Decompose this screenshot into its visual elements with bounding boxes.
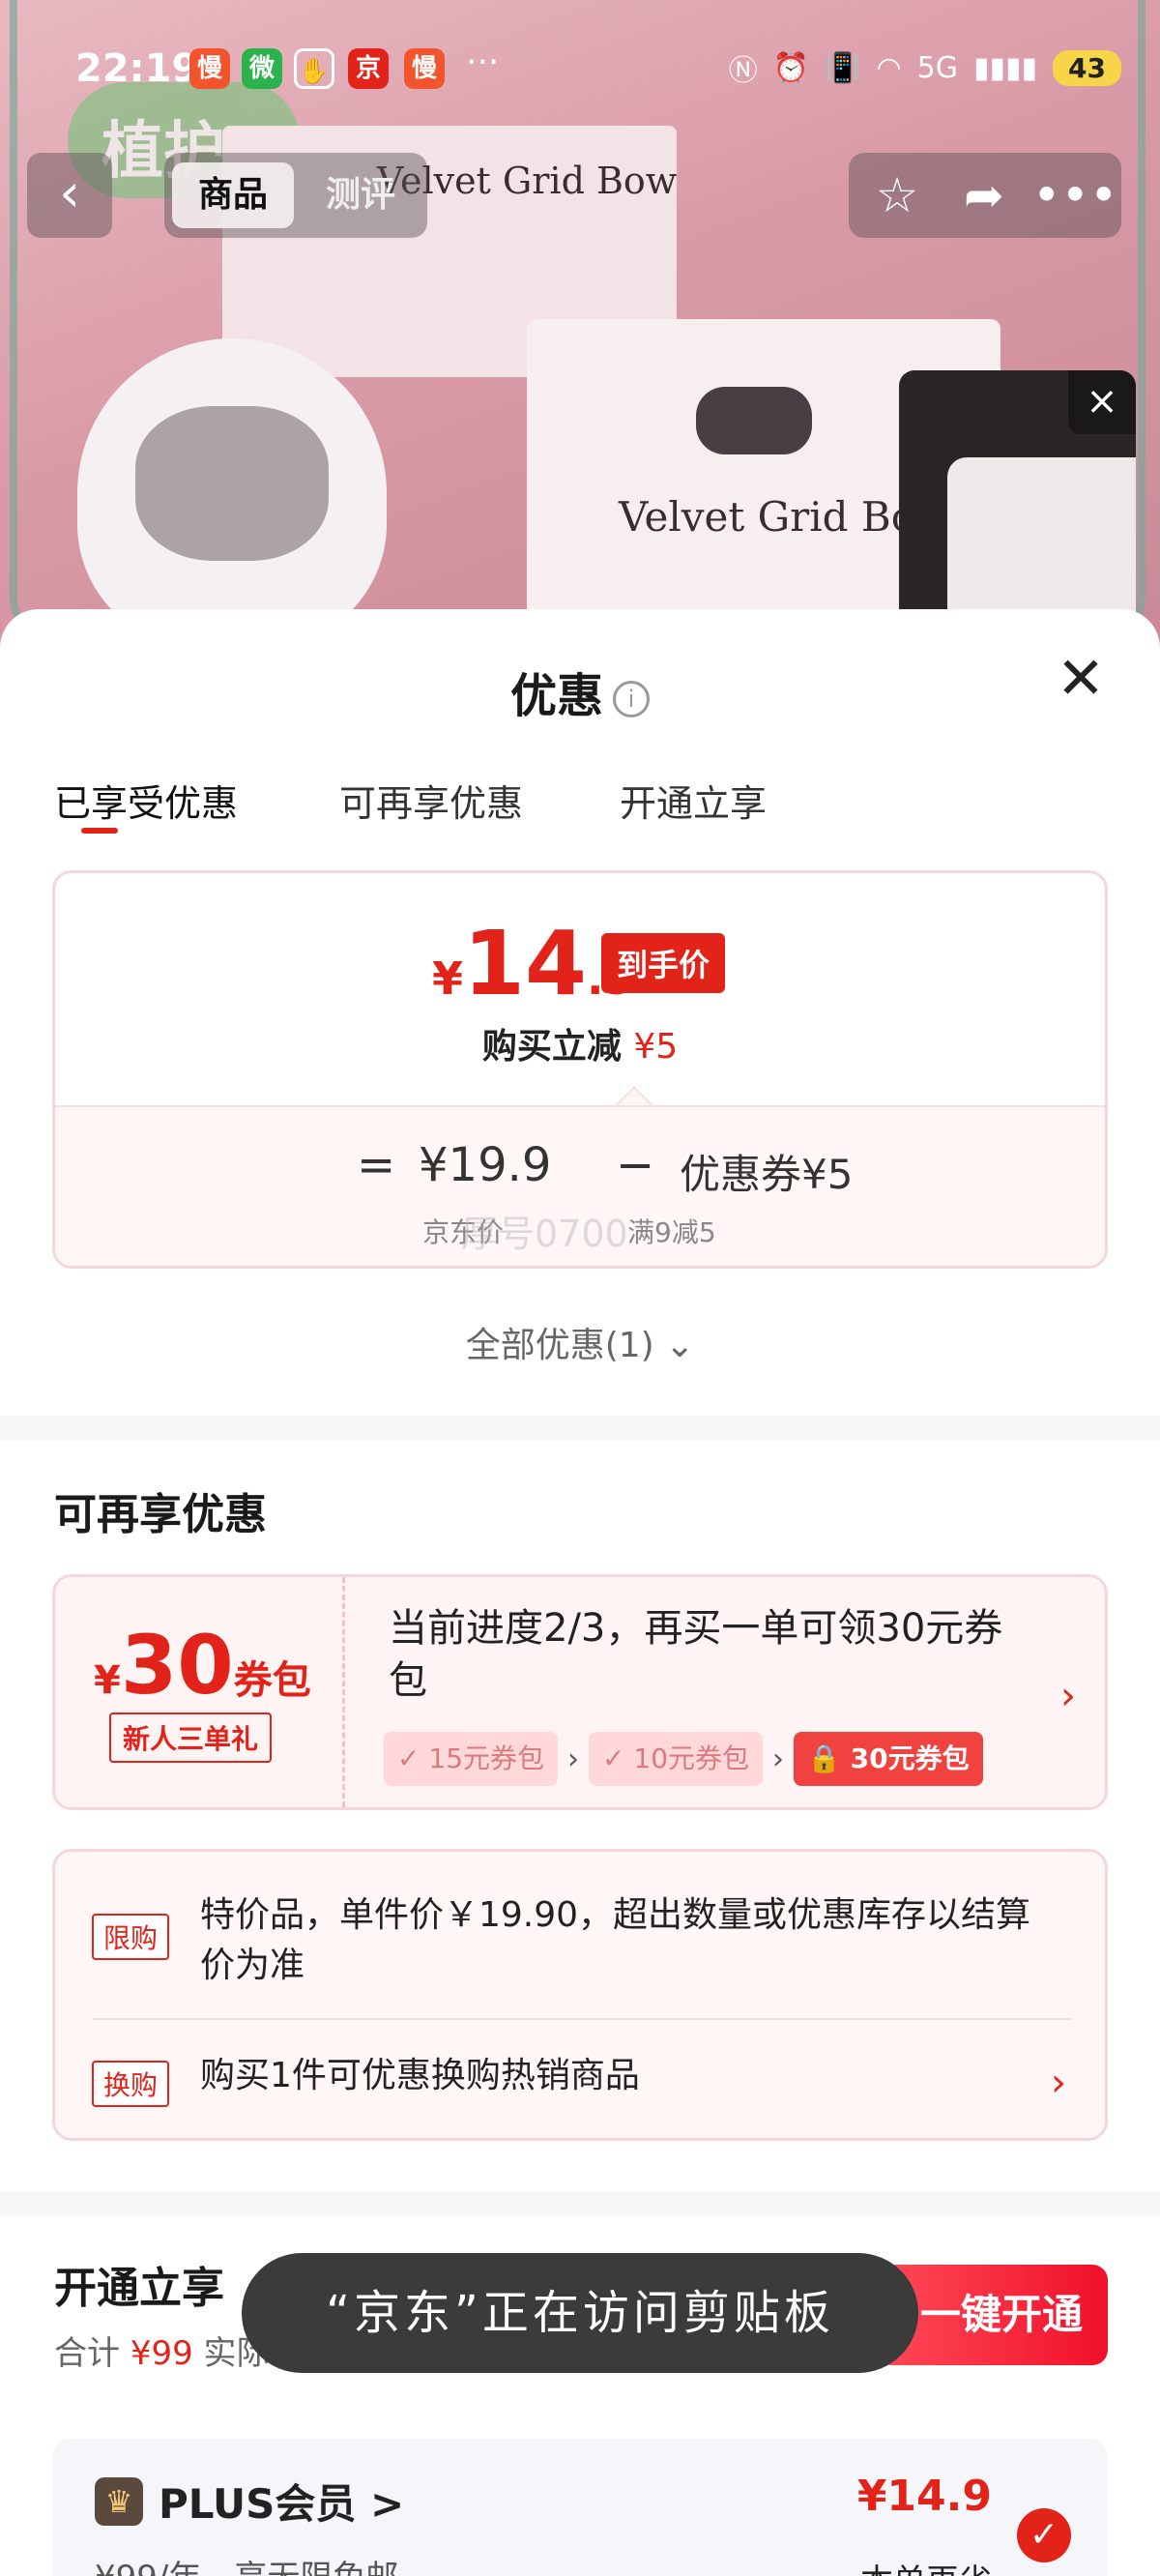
step-done: ✓ 10元券包 <box>589 1732 764 1786</box>
chevron-right-icon: › <box>567 1742 580 1776</box>
discount-amount: ¥5 <box>633 1027 679 1067</box>
lock-icon: 🔒 <box>807 1742 841 1774</box>
plus-total: 合计 ¥99 实际 <box>54 2327 270 2374</box>
check-icon: ✓ <box>397 1742 420 1774</box>
coupon-discount: 优惠券¥5 <box>680 1151 854 1198</box>
hand-icon: ✋ <box>294 48 334 89</box>
instant-discount: 购买立减 ¥5 <box>55 1018 1105 1068</box>
step-label: 10元券包 <box>633 1742 750 1774</box>
chevron-right-icon: › <box>1060 1674 1076 1718</box>
plus-member-name[interactable]: PLUS会员 > <box>159 2472 404 2531</box>
coupon-progress-text: 当前进度2/3，再买一单可领30元券包 <box>389 1606 1003 1703</box>
plus-member-desc: ¥99/年，享无限免邮 <box>95 2551 398 2576</box>
share-icon[interactable]: ➦ <box>945 161 1023 230</box>
watermark: 厚号0700 <box>461 1213 628 1255</box>
price-currency: ¥ <box>432 952 464 1005</box>
original-price: ¥19.9 <box>419 1138 552 1192</box>
all-offers-label: 全部优惠(1) <box>465 1326 654 1365</box>
divider <box>92 2018 1072 2020</box>
coupon-pack-value: ¥30券包 新人三单礼 <box>55 1577 345 1807</box>
discount-label: 购买立减 <box>481 1027 634 1067</box>
app-notification-icon: 慢 <box>189 48 230 89</box>
plus-save-label: 本单再省 <box>860 2555 992 2576</box>
tab-product[interactable]: 商品 <box>172 162 294 228</box>
more-icon[interactable]: ••• <box>1032 161 1117 230</box>
more-notifications-icon: ··· <box>466 43 500 82</box>
plus-member-price: ¥14.9 <box>856 2472 992 2521</box>
swap-offer-link[interactable]: 购买1件可优惠换购热销商品 <box>200 2051 1051 2101</box>
tab-enjoyed-offers[interactable]: 已享受优惠 <box>54 774 238 827</box>
nfc-icon: Ⓝ <box>728 54 758 88</box>
star-icon[interactable]: ☆ <box>858 161 936 230</box>
signal-icon: ▮▮▮▮ <box>972 50 1038 85</box>
total-label: 合计 <box>54 2334 130 2373</box>
plus-member-card[interactable]: ♛ PLUS会员 > ¥99/年，享无限免邮 ¥14.9 本单再省 ✓ <box>52 2439 1108 2576</box>
limit-text: 特价品，单件价￥19.90，超出数量或优惠库存以结算价为准 <box>200 1895 1031 1985</box>
check-icon: ✓ <box>602 1742 625 1774</box>
chevron-right-icon: › <box>1051 2061 1066 2105</box>
section-divider <box>0 1416 1160 1441</box>
step-done: ✓ 15元券包 <box>384 1732 559 1786</box>
status-time: 22:19 <box>75 46 199 91</box>
offer-tabs: 已享受优惠 可再享优惠 开通立享 <box>54 774 1117 851</box>
coupon-steps: ✓ 15元券包 › ✓ 10元券包 › 🔒 30元券包 <box>384 1732 983 1786</box>
close-icon[interactable]: ✕ <box>1052 650 1110 710</box>
price-summary: ¥14.9 到手价 购买立减 ¥5 <box>55 873 1105 1105</box>
step-label: 30元券包 <box>850 1742 970 1774</box>
network-label: 5G <box>916 50 958 85</box>
battery-icon: 43 <box>1053 49 1121 86</box>
clipboard-toast: “京东”正在访问剪贴板 <box>242 2253 918 2373</box>
step-label: 15元券包 <box>428 1742 545 1774</box>
sheet-title: 优惠 i <box>0 658 1160 725</box>
minus-sign: − <box>616 1138 655 1192</box>
coupon-condition: 满9减5 <box>627 1216 716 1248</box>
chevron-down-icon: ⌄ <box>665 1326 695 1365</box>
info-icon[interactable]: i <box>613 681 650 717</box>
thumbnail-close-icon[interactable]: × <box>1068 370 1136 434</box>
all-offers-toggle[interactable]: 全部优惠(1) ⌄ <box>0 1317 1160 1367</box>
coupon-unit: 券包 <box>233 1658 311 1703</box>
coupon-pack-card[interactable]: ¥30券包 新人三单礼 当前进度2/3，再买一单可领30元券包 ✓ 15元券包 … <box>52 1574 1108 1810</box>
crown-icon: ♛ <box>95 2477 143 2526</box>
app-notification-icon: 慢 <box>404 48 445 89</box>
price-integer: 14 <box>463 912 588 1015</box>
wechat-icon: 微 <box>242 48 282 89</box>
final-price-badge: 到手价 <box>601 933 726 993</box>
coupon-currency: ¥ <box>94 1658 121 1703</box>
more-offers-title: 可再享优惠 <box>54 1490 267 1539</box>
tab-review[interactable]: 测评 <box>300 162 421 228</box>
status-indicators: Ⓝ ⏰ 📳 ◠ 5G ▮▮▮▮ 43 <box>729 46 1121 89</box>
offers-sheet: 优惠 i ✕ 已享受优惠 可再享优惠 开通立享 ¥14.9 到手价 购买立减 ¥5… <box>0 609 1160 2576</box>
status-bar: 22:19 慢 微 ✋ 京 慢 ··· Ⓝ ⏰ 📳 ◠ 5G ▮▮▮▮ 43 <box>0 0 1160 145</box>
bow-graphic <box>696 387 812 454</box>
vibrate-icon: 📳 <box>825 50 861 85</box>
tab-open-membership[interactable]: 开通立享 <box>620 774 767 827</box>
pad-inner <box>135 406 329 561</box>
equals-sign: = <box>357 1138 396 1192</box>
newbie-gift-badge: 新人三单礼 <box>109 1712 273 1763</box>
step-current: 🔒 30元券包 <box>794 1732 983 1786</box>
nav-actions: ☆ ➦ ••• <box>849 153 1121 238</box>
total-amount: ¥99 <box>130 2334 193 2373</box>
section-divider <box>0 2191 1160 2216</box>
wifi-icon: ◠ <box>876 50 902 85</box>
sheet-title-text: 优惠 <box>509 669 603 723</box>
back-button[interactable]: ‹ <box>27 153 112 238</box>
limit-card: 限购 特价品，单件价￥19.90，超出数量或优惠库存以结算价为准 换购 购买1件… <box>52 1849 1108 2141</box>
jd-icon: 京 <box>348 48 389 89</box>
active-tab-indicator <box>81 828 118 834</box>
swap-badge: 换购 <box>92 2061 170 2107</box>
coupon-pack-amount: ¥30券包 <box>94 1618 311 1712</box>
alarm-icon: ⏰ <box>772 50 810 85</box>
limit-badge: 限购 <box>92 1914 170 1960</box>
plus-section-title: 开通立享 <box>54 2264 224 2313</box>
coupon-amount-number: 30 <box>120 1618 234 1712</box>
price-formula: = ¥19.9 京东价 − 优惠券¥5 满9减5 厚号0700 <box>55 1105 1105 1266</box>
checkbox-checked-icon[interactable]: ✓ <box>1017 2508 1071 2562</box>
final-price-card: ¥14.9 到手价 购买立减 ¥5 = ¥19.9 京东价 − 优惠券¥5 满9… <box>52 870 1108 1269</box>
chevron-right-icon: › <box>772 1742 785 1776</box>
tab-more-offers[interactable]: 可再享优惠 <box>339 774 523 827</box>
product-nav-tabs: 商品 测评 <box>164 153 427 238</box>
